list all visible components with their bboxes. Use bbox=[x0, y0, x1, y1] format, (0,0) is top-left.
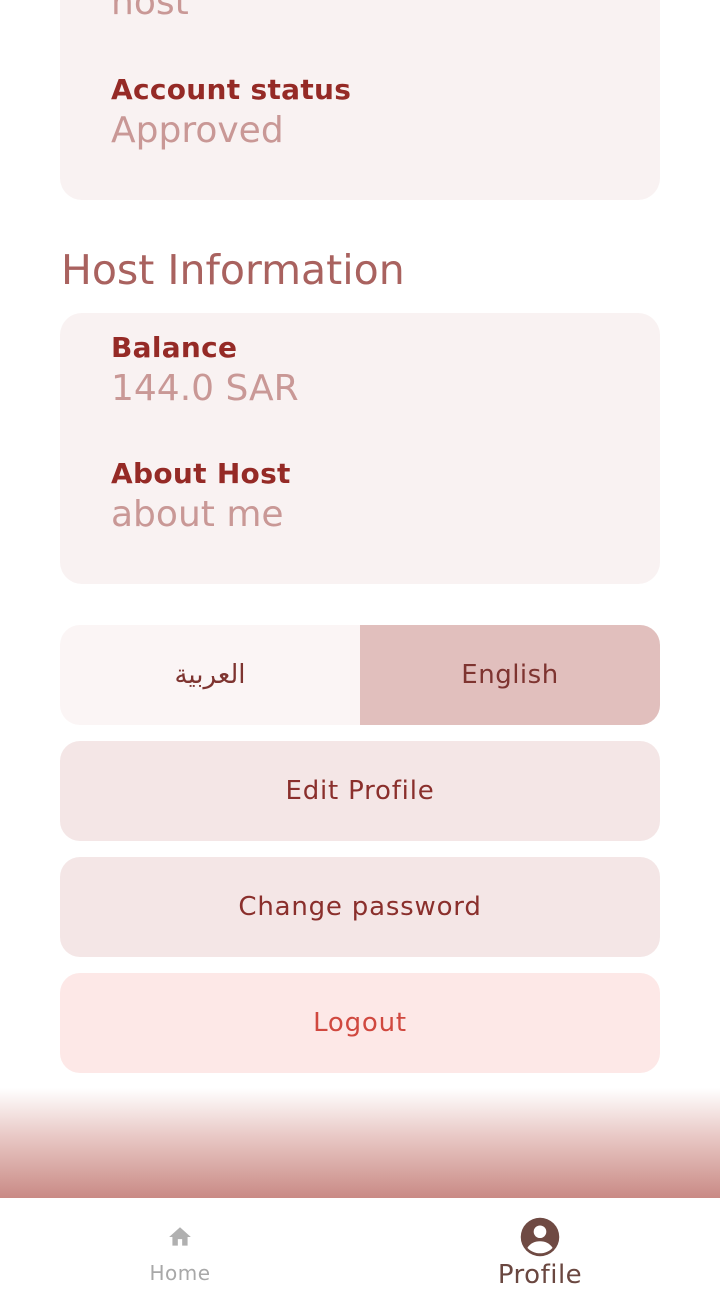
change-password-button[interactable]: Change password bbox=[60, 857, 660, 957]
language-option-english[interactable]: English bbox=[360, 625, 660, 725]
account-role-value: host bbox=[111, 0, 189, 23]
about-host-label: About Host bbox=[111, 457, 291, 490]
profile-screen: host Account status Approved Host Inform… bbox=[0, 0, 720, 1307]
logout-button[interactable]: Logout bbox=[60, 973, 660, 1073]
language-option-arabic[interactable]: العربية bbox=[60, 625, 360, 725]
account-info-card: host Account status Approved bbox=[60, 0, 660, 200]
nav-item-home[interactable]: Home bbox=[0, 1198, 360, 1307]
balance-label: Balance bbox=[111, 331, 238, 364]
host-information-title: Host Information bbox=[61, 246, 405, 294]
host-info-card: Balance 144.0 SAR About Host about me bbox=[60, 313, 660, 584]
account-status-label: Account status bbox=[111, 73, 352, 106]
edit-profile-button[interactable]: Edit Profile bbox=[60, 741, 660, 841]
home-icon bbox=[169, 1227, 191, 1246]
balance-value: 144.0 SAR bbox=[111, 368, 299, 409]
nav-profile-label: Profile bbox=[497, 1260, 583, 1290]
bottom-gradient bbox=[0, 1088, 720, 1198]
nav-item-profile[interactable]: Profile bbox=[360, 1198, 720, 1307]
account-status-value: Approved bbox=[111, 110, 284, 151]
about-host-value: about me bbox=[111, 494, 284, 535]
language-toggle: العربية English bbox=[60, 625, 660, 725]
bottom-navigation: Home Profile bbox=[0, 1198, 720, 1307]
account-circle-icon bbox=[520, 1217, 560, 1257]
nav-home-label: Home bbox=[149, 1261, 211, 1285]
